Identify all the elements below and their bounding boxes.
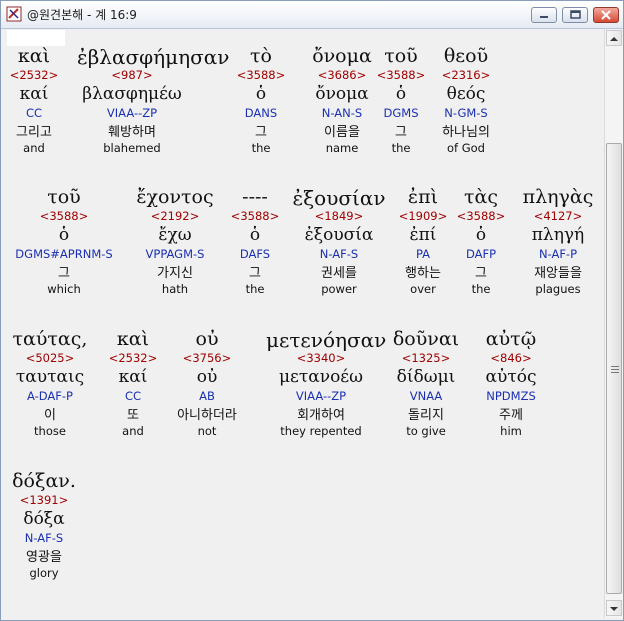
- lemma: ὁ: [58, 225, 70, 245]
- word-block[interactable]: δόξαν. <1391> δόξα N-AF-S 영광을 glory: [3, 472, 99, 583]
- title-bar[interactable]: @원견본해 - 계 16:9: [1, 1, 623, 29]
- lemma: θεός: [446, 84, 486, 104]
- greek-word: δόξαν.: [12, 470, 76, 492]
- greek-word: τοῦ: [47, 186, 81, 208]
- greek-word: πληγὰς: [522, 186, 594, 208]
- lemma: δόξα: [23, 509, 65, 529]
- app-icon: [6, 6, 22, 22]
- english-gloss: not: [197, 424, 217, 438]
- scroll-grip-icon: [611, 366, 619, 373]
- english-gloss: which: [47, 282, 81, 296]
- window-title: @원견본해 - 계 16:9: [27, 8, 137, 22]
- word-block[interactable]: πληγὰς <4127> πληγή N-AF-P 재앙들을 plagues: [503, 188, 604, 299]
- morphology-code: AB: [199, 389, 215, 403]
- word-block[interactable]: τοῦ <3588> ὁ DGMS#APRNM-S 그 which: [9, 188, 119, 299]
- minimize-icon: [540, 16, 548, 18]
- morphology-code: N-AF-S: [24, 531, 64, 545]
- lemma: μετανοέω: [279, 367, 363, 387]
- scroll-down-button[interactable]: [606, 600, 622, 616]
- word-block[interactable]: μετενόησαν <3340> μετανοέω VIAA--ZP 회개하여 they…: [266, 328, 387, 441]
- text-cursor-area[interactable]: [7, 30, 65, 46]
- morphology-code: N-GM-S: [444, 106, 488, 120]
- greek-word: μετενόησαν: [266, 328, 387, 352]
- scroll-thumb[interactable]: [606, 143, 622, 594]
- morphology-code: NPDMZS: [486, 389, 536, 403]
- interlinear-view[interactable]: καὶ <2532> καί CC 그리고 and ἐβλασφήμησαν <987> βλα…: [3, 29, 604, 618]
- english-gloss: blahemed: [103, 141, 161, 155]
- word-block[interactable]: θεοῦ <2316> θεός N-GM-S 하나님의 of God: [411, 47, 521, 158]
- greek-word: ἐβλασφήμησαν: [77, 45, 230, 69]
- lemma: βλασφημέω: [82, 84, 182, 104]
- scroll-up-arrow-icon: [610, 37, 618, 41]
- morphology-code: DGMS#APRNM-S: [15, 247, 113, 261]
- english-gloss: glory: [29, 566, 59, 580]
- maximize-button[interactable]: [562, 7, 588, 23]
- morphology-code: VIAA--ZP: [106, 106, 158, 120]
- minimize-button[interactable]: [531, 7, 557, 23]
- close-icon: [601, 10, 611, 20]
- english-gloss: him: [500, 424, 522, 438]
- word-block[interactable]: ἐβλασφήμησαν <987> βλασφημέω VIAA--ZP 훼방하며 bl…: [77, 45, 230, 158]
- greek-word: οὐ: [195, 328, 219, 350]
- word-block[interactable]: αὐτῷ <846> αὐτός NPDMZS 주께 him: [456, 330, 566, 441]
- lemma: οὐ: [196, 367, 218, 387]
- close-button[interactable]: [593, 7, 619, 23]
- english-gloss: plagues: [535, 282, 581, 296]
- greek-word: αὐτῷ: [485, 328, 537, 350]
- english-gloss: they repented: [280, 424, 362, 438]
- scroll-up-button[interactable]: [606, 30, 622, 46]
- lemma: αὐτός: [485, 367, 537, 387]
- app-window: @원견본해 - 계 16:9 καὶ <2532> καί CC 그리고 and ἐβλασ…: [0, 0, 624, 621]
- scroll-down-arrow-icon: [610, 607, 618, 611]
- maximize-icon: [570, 10, 581, 19]
- word-block[interactable]: οὐ <3756> οὐ AB 아니하더라 not: [152, 330, 262, 441]
- morphology-code: VIAA--ZP: [295, 389, 347, 403]
- lemma: πληγή: [531, 225, 585, 245]
- vertical-scrollbar[interactable]: [604, 29, 623, 618]
- greek-word: θεοῦ: [443, 45, 489, 67]
- morphology-code: N-AF-P: [538, 247, 578, 261]
- english-gloss: of God: [447, 141, 485, 155]
